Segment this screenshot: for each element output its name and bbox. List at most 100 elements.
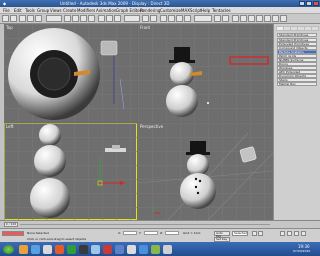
viewport-left[interactable]: Left — [4, 123, 137, 220]
schematic-view-icon[interactable] — [248, 15, 255, 22]
modify-tab-icon[interactable] — [284, 27, 290, 30]
render-frame-icon[interactable] — [272, 15, 279, 22]
rect-selection-icon[interactable] — [80, 15, 87, 22]
time-slider-thumb[interactable]: 0 / 100 — [4, 222, 18, 227]
menu-help[interactable]: Help — [201, 8, 210, 13]
menu-group[interactable]: Group — [37, 8, 49, 13]
hierarchy-tab-icon[interactable] — [291, 27, 297, 30]
menu-rendering[interactable]: Rendering — [140, 8, 160, 13]
motion-tab-icon[interactable] — [298, 27, 304, 30]
move-icon[interactable] — [98, 15, 105, 22]
play-icon[interactable] — [252, 231, 257, 236]
menu-tentacles[interactable]: Tentacles — [212, 8, 231, 13]
curve-editor-icon[interactable] — [240, 15, 247, 22]
link-icon[interactable] — [19, 15, 26, 22]
menu-modifiers[interactable]: Modifiers — [77, 8, 95, 13]
auto-key-button[interactable]: Auto Key — [214, 231, 230, 238]
select-by-name-icon[interactable] — [72, 15, 79, 22]
y-coordinate-field[interactable] — [144, 231, 158, 235]
zoom-icon[interactable] — [280, 231, 285, 236]
reference-coord-dropdown[interactable] — [124, 15, 140, 22]
create-tab-icon[interactable] — [277, 27, 283, 30]
window-title: Untitled - Autodesk 3ds Max 2009 - Displ… — [60, 1, 170, 6]
app-icon[interactable] — [103, 245, 112, 254]
app-icon[interactable] — [67, 245, 76, 254]
unlink-icon[interactable] — [27, 15, 34, 22]
align-icon[interactable] — [222, 15, 229, 22]
percent-snap-icon[interactable] — [176, 15, 183, 22]
rotate-icon[interactable] — [106, 15, 113, 22]
panel-list-item[interactable]: Mental Ray — [277, 82, 317, 86]
selection-status: None Selected — [27, 231, 49, 235]
status-bar: None Selected Click or click-and-drag to… — [0, 228, 320, 243]
z-coordinate-field[interactable] — [165, 231, 179, 235]
menu-maxscript[interactable]: MAXScript — [181, 8, 202, 13]
prompt-line: Click or click-and-drag to select object… — [27, 237, 87, 241]
menu-edit[interactable]: Edit — [14, 8, 22, 13]
quick-render-icon[interactable] — [280, 15, 287, 22]
maxscript-listener[interactable] — [2, 231, 24, 236]
y-label: Y: — [139, 231, 142, 235]
utilities-tab-icon[interactable] — [312, 27, 318, 30]
menu-file[interactable]: File — [3, 8, 10, 13]
close-button[interactable] — [313, 1, 319, 6]
mirror-icon[interactable] — [214, 15, 221, 22]
viewport-front[interactable]: Front — [138, 24, 273, 122]
orbit-icon[interactable] — [294, 231, 299, 236]
material-editor-icon[interactable] — [256, 15, 263, 22]
menu-views[interactable]: Views — [50, 8, 62, 13]
viewport-top[interactable]: Top — [4, 24, 137, 122]
render-setup-icon[interactable] — [264, 15, 271, 22]
clock-date[interactable]: 07/03/2010 — [293, 249, 310, 253]
tray-icons[interactable] — [262, 245, 290, 253]
app-icon[interactable] — [127, 245, 136, 254]
folder-icon[interactable] — [91, 245, 100, 254]
manipulate-icon[interactable] — [150, 15, 157, 22]
panel-dropdown[interactable]: Standard Primitives — [277, 33, 317, 37]
menu-create[interactable]: Create — [63, 8, 76, 13]
maximize-button[interactable] — [306, 1, 312, 6]
grid-readout: Grid = 10.0 — [183, 231, 201, 235]
next-frame-icon[interactable] — [258, 231, 263, 236]
start-button[interactable] — [3, 245, 14, 254]
menu-animation[interactable]: Animation — [96, 8, 116, 13]
spinner-snap-icon[interactable] — [184, 15, 191, 22]
app-icon[interactable] — [163, 245, 172, 254]
maximize-viewport-icon[interactable] — [301, 231, 306, 236]
named-selection-dropdown[interactable] — [194, 15, 212, 22]
display-tab-icon[interactable] — [305, 27, 311, 30]
pivot-icon[interactable] — [142, 15, 149, 22]
snap-icon[interactable] — [160, 15, 167, 22]
x-coordinate-field[interactable] — [123, 231, 137, 235]
menu-tools[interactable]: Tools — [25, 8, 35, 13]
scale-icon[interactable] — [114, 15, 121, 22]
snowman-perspective-view — [138, 132, 273, 220]
app-icon[interactable] — [151, 245, 160, 254]
snowman-front-view — [166, 47, 269, 117]
track-bar[interactable] — [20, 224, 270, 225]
redo-icon[interactable] — [10, 15, 17, 22]
undo-icon[interactable] — [2, 15, 9, 22]
x-label: X: — [118, 231, 122, 235]
bind-space-warp-icon[interactable] — [35, 15, 42, 22]
media-player-icon[interactable] — [43, 245, 52, 254]
snowman-top-view — [8, 28, 125, 120]
select-object-icon[interactable] — [64, 15, 71, 22]
app-icon[interactable] — [115, 245, 124, 254]
angle-snap-icon[interactable] — [168, 15, 175, 22]
layer-manager-icon[interactable] — [232, 15, 239, 22]
browser-icon[interactable] — [19, 245, 28, 254]
taskbar: 19:30 07/03/2010 — [0, 242, 320, 256]
viewport-perspective[interactable]: Perspective — [138, 123, 273, 220]
window-crossing-icon[interactable] — [88, 15, 95, 22]
selection-filter-dropdown[interactable] — [46, 15, 62, 22]
app-icon[interactable] — [139, 245, 148, 254]
pan-icon[interactable] — [287, 231, 292, 236]
firefox-icon[interactable] — [55, 245, 64, 254]
key-filter-dropdown[interactable]: Selected — [232, 231, 248, 236]
menu-customize[interactable]: Customize — [160, 8, 181, 13]
3dsmax-taskbar-icon[interactable] — [79, 245, 88, 254]
explorer-icon[interactable] — [31, 245, 40, 254]
minimize-button[interactable] — [299, 1, 305, 6]
app-icon[interactable]: ◆ — [3, 1, 6, 6]
